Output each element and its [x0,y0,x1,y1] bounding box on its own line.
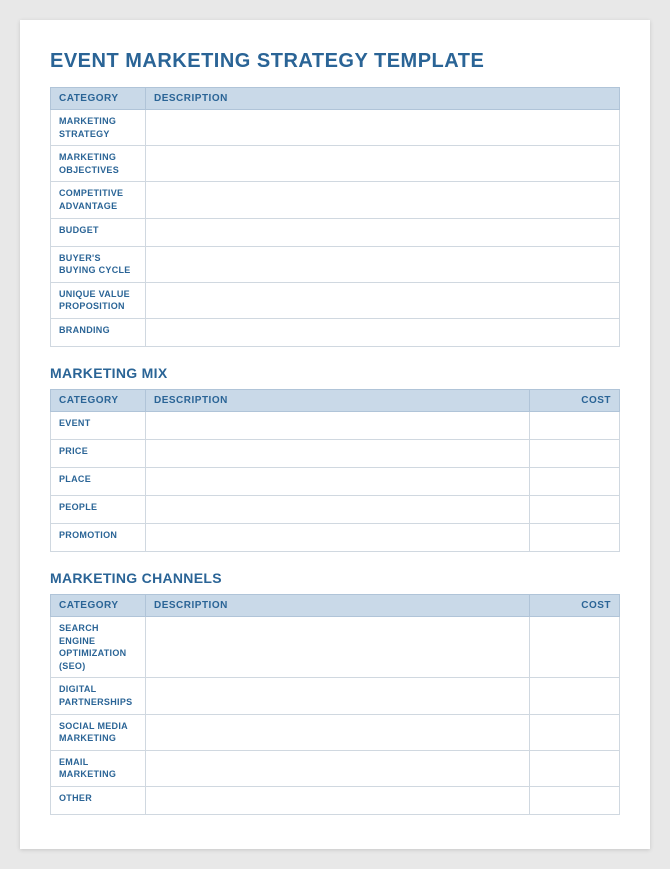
desc-cell [146,714,530,750]
desc-cell [146,439,530,467]
cost-cell [530,714,620,750]
cost-cell [530,616,620,677]
table-row: SOCIAL MEDIA MARKETING [51,714,620,750]
cat-cell: DIGITAL PARTNERSHIPS [51,678,146,714]
cost-cell [530,495,620,523]
cat-cell: MARKETING OBJECTIVES [51,146,146,182]
desc-cell [146,218,620,246]
col-category-2: CATEGORY [51,389,146,411]
table-row: COMPETITIVE ADVANTAGE [51,182,620,218]
desc-cell [146,246,620,282]
desc-cell [146,318,620,346]
page-container: EVENT MARKETING STRATEGY TEMPLATE CATEGO… [20,20,650,849]
desc-cell [146,282,620,318]
table-row: BUYER'S BUYING CYCLE [51,246,620,282]
table-row: EMAIL MARKETING [51,750,620,786]
desc-cell [146,750,530,786]
cat-cell: BUYER'S BUYING CYCLE [51,246,146,282]
desc-cell [146,146,620,182]
desc-cell [146,786,530,814]
section3-title: MARKETING CHANNELS [50,570,620,586]
col-cost-3: COST [530,594,620,616]
col-category-3: CATEGORY [51,594,146,616]
mix-table: CATEGORY DESCRIPTION COST EVENT PRICE PL… [50,389,620,552]
table-row: UNIQUE VALUE PROPOSITION [51,282,620,318]
cost-cell [530,786,620,814]
desc-cell [146,411,530,439]
strategy-table-header: CATEGORY DESCRIPTION [51,88,620,110]
cat-cell: EVENT [51,411,146,439]
desc-cell [146,678,530,714]
cat-cell: SEARCH ENGINE OPTIMIZATION (SEO) [51,616,146,677]
cost-cell [530,750,620,786]
table-row: PROMOTION [51,523,620,551]
col-cost-2: COST [530,389,620,411]
cat-cell: PLACE [51,467,146,495]
table-row: DIGITAL PARTNERSHIPS [51,678,620,714]
col-category-1: CATEGORY [51,88,146,110]
main-title: EVENT MARKETING STRATEGY TEMPLATE [50,50,620,73]
table-row: EVENT [51,411,620,439]
cost-cell [530,411,620,439]
cat-cell: BUDGET [51,218,146,246]
table-row: BUDGET [51,218,620,246]
cat-cell: BRANDING [51,318,146,346]
cat-cell: OTHER [51,786,146,814]
table-row: BRANDING [51,318,620,346]
strategy-table: CATEGORY DESCRIPTION MARKETING STRATEGY … [50,87,620,347]
table-row: OTHER [51,786,620,814]
cat-cell: MARKETING STRATEGY [51,110,146,146]
channels-table-header: CATEGORY DESCRIPTION COST [51,594,620,616]
table-row: PRICE [51,439,620,467]
channels-table: CATEGORY DESCRIPTION COST SEARCH ENGINE … [50,594,620,815]
cat-cell: PROMOTION [51,523,146,551]
cat-cell: EMAIL MARKETING [51,750,146,786]
table-row: PEOPLE [51,495,620,523]
col-description-1: DESCRIPTION [146,88,620,110]
desc-cell [146,182,620,218]
cat-cell: PEOPLE [51,495,146,523]
desc-cell [146,110,620,146]
cat-cell: PRICE [51,439,146,467]
table-row: PLACE [51,467,620,495]
desc-cell [146,523,530,551]
table-row: MARKETING STRATEGY [51,110,620,146]
table-row: MARKETING OBJECTIVES [51,146,620,182]
cost-cell [530,523,620,551]
cost-cell [530,439,620,467]
col-description-3: DESCRIPTION [146,594,530,616]
col-description-2: DESCRIPTION [146,389,530,411]
section2-title: MARKETING MIX [50,365,620,381]
cat-cell: UNIQUE VALUE PROPOSITION [51,282,146,318]
cat-cell: SOCIAL MEDIA MARKETING [51,714,146,750]
table-row: SEARCH ENGINE OPTIMIZATION (SEO) [51,616,620,677]
desc-cell [146,467,530,495]
cat-cell: COMPETITIVE ADVANTAGE [51,182,146,218]
desc-cell [146,616,530,677]
mix-table-header: CATEGORY DESCRIPTION COST [51,389,620,411]
cost-cell [530,678,620,714]
cost-cell [530,467,620,495]
desc-cell [146,495,530,523]
